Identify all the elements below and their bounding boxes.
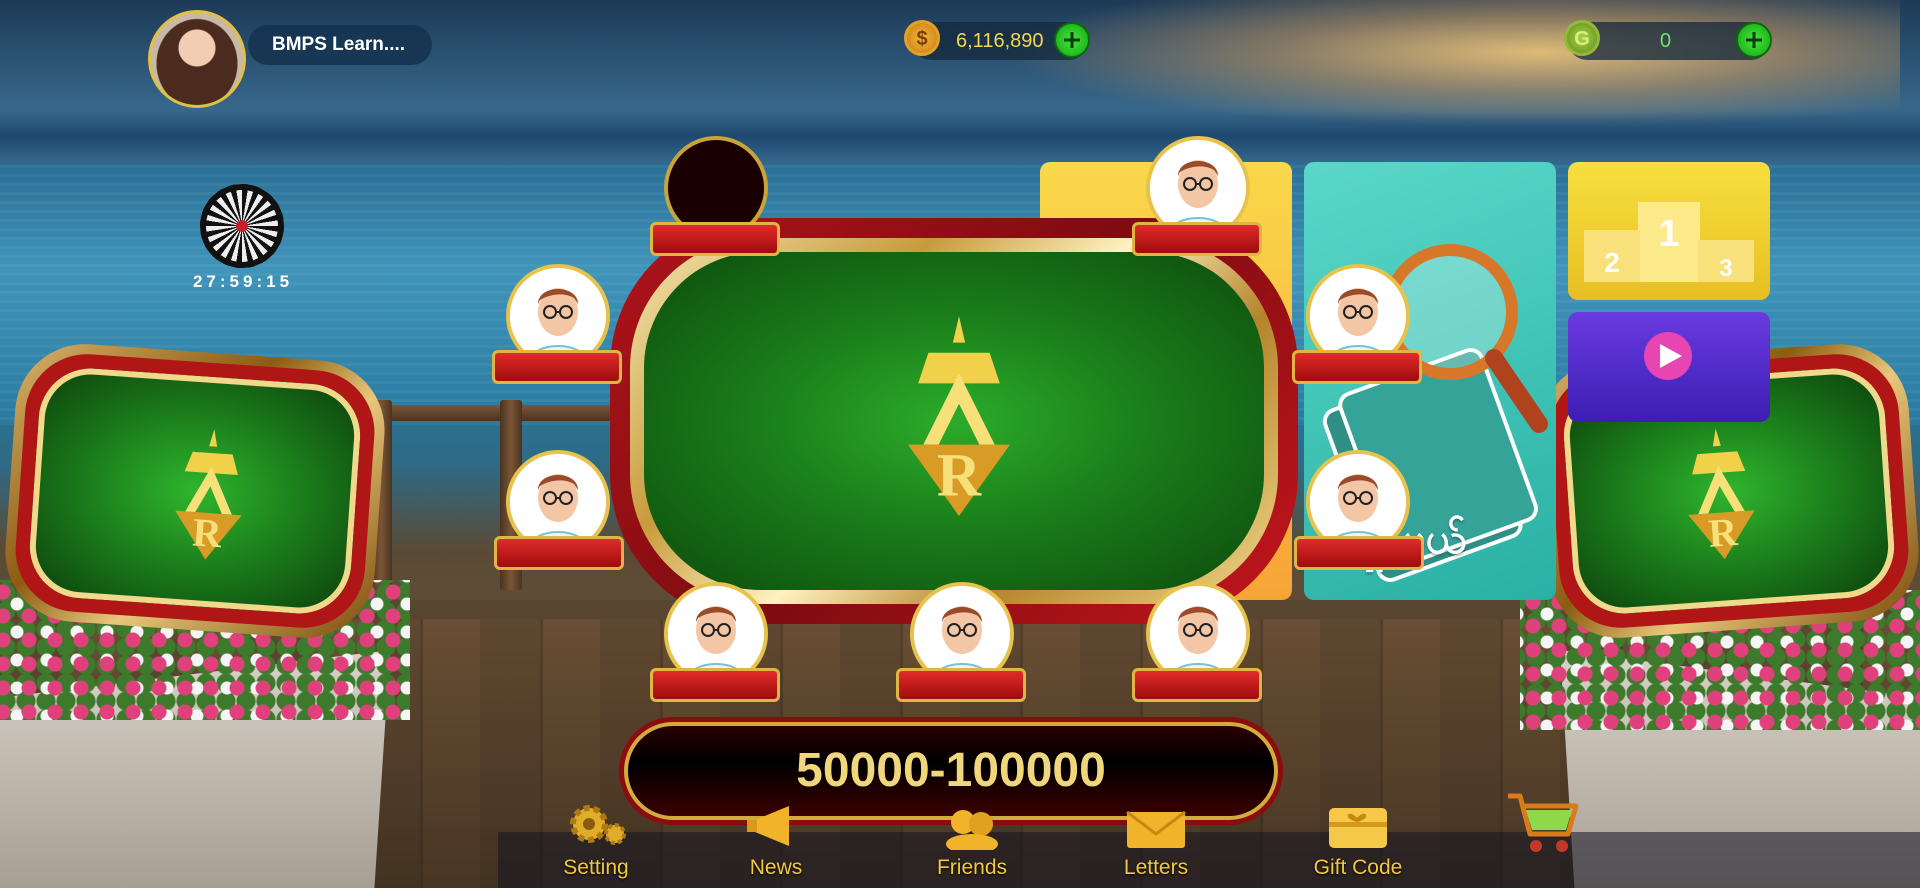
video-card[interactable] (1568, 312, 1770, 422)
nav-letters-label: Letters (1123, 856, 1189, 879)
svg-text:R: R (1707, 509, 1740, 556)
svg-text:R: R (191, 509, 224, 556)
shopping-cart-icon (1508, 793, 1579, 852)
podium-third: 3 (1719, 255, 1732, 282)
dartboard-event-icon[interactable] (200, 184, 284, 268)
nav-news-label: News (749, 856, 803, 879)
coin-balance: 6,116,890 (956, 30, 1044, 52)
game-logo-icon: R (175, 429, 242, 560)
plus-icon (1746, 32, 1762, 48)
leaderboard-card[interactable]: 1 2 3 (1568, 162, 1770, 300)
coin-icon: $ (904, 20, 940, 56)
sunset-glow (1000, 0, 1900, 130)
seat-nameplate (492, 350, 622, 384)
envelope-icon (1126, 810, 1186, 848)
game-logo-icon: R (1688, 428, 1755, 560)
plus-icon (1064, 32, 1080, 48)
nav-gift-code-label: Gift Code (1313, 856, 1403, 879)
player-avatar[interactable] (148, 10, 246, 108)
main-game-table[interactable]: R (610, 218, 1298, 624)
seat-nameplate (1294, 536, 1424, 570)
podium-icon: 1 2 3 (1584, 202, 1754, 282)
nav-setting-label: Setting (563, 856, 629, 879)
nav-friends-label: Friends (936, 856, 1008, 879)
podium-first: 1 (1658, 213, 1679, 255)
friends-icon (946, 810, 998, 850)
svg-text:R: R (937, 442, 982, 510)
megaphone-icon (747, 806, 789, 846)
gem-icon: G (1564, 20, 1600, 56)
seat-nameplate (1132, 668, 1262, 702)
nav-gift-code[interactable]: Gift Code (1298, 778, 1418, 888)
play-icon (1644, 332, 1692, 380)
nav-news[interactable]: News (716, 778, 836, 888)
seat-nameplate (494, 536, 624, 570)
add-gems-button[interactable] (1736, 22, 1772, 58)
game-logo-icon: R (908, 316, 1010, 516)
event-timer: 27:59:15 (192, 272, 294, 291)
nav-letters[interactable]: Letters (1096, 778, 1216, 888)
player-name[interactable]: BMPS Learn.... (248, 25, 432, 65)
add-coins-button[interactable] (1054, 22, 1090, 58)
seat-nameplate (650, 222, 780, 256)
nav-friends[interactable]: Friends (912, 778, 1032, 888)
shop-button[interactable] (1480, 778, 1580, 888)
seat-nameplate (1132, 222, 1262, 256)
seat-nameplate (896, 668, 1026, 702)
nav-setting[interactable]: Setting (536, 778, 656, 888)
left-game-table[interactable]: R (0, 339, 390, 643)
seat-nameplate (1292, 350, 1422, 384)
gear-icon (570, 805, 626, 845)
gem-balance: 0 (1660, 30, 1672, 52)
seat-nameplate (650, 668, 780, 702)
gift-card-icon (1329, 808, 1387, 848)
podium-second: 2 (1604, 247, 1620, 278)
